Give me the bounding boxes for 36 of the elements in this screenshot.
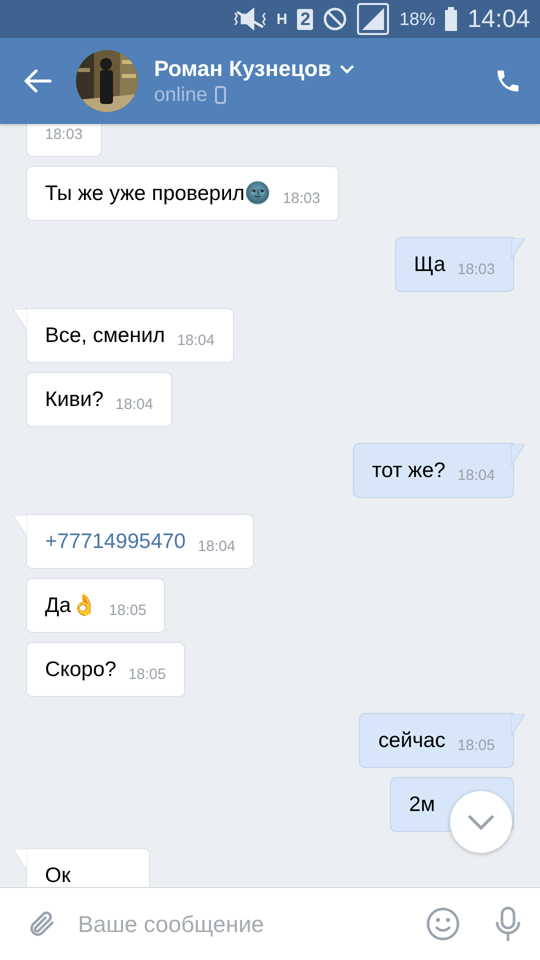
presence-status: online bbox=[154, 84, 208, 106]
message-text: Ща bbox=[414, 252, 446, 276]
message-text: Ты же уже проверил🌚 bbox=[45, 181, 271, 206]
message-time: 18:05 bbox=[108, 602, 146, 619]
clock: 14:04 bbox=[467, 4, 530, 34]
battery-level: 18% bbox=[399, 8, 436, 30]
sim-number: 2 bbox=[297, 8, 314, 30]
message-text: Все, сменил bbox=[45, 324, 166, 348]
message-time: 18:04 bbox=[116, 396, 154, 413]
phone-link[interactable]: +77714995470 bbox=[45, 530, 186, 554]
message-text: Скоро? bbox=[45, 658, 116, 682]
message-text: Киви? bbox=[45, 388, 104, 412]
signal-icon bbox=[357, 3, 390, 35]
blocked-icon bbox=[323, 7, 348, 31]
chevron-down-icon bbox=[467, 814, 495, 830]
battery-icon bbox=[445, 7, 458, 31]
vibrate-mute-icon bbox=[232, 7, 267, 31]
message-text: сейчас bbox=[378, 728, 446, 752]
message-time: 18:05 bbox=[128, 666, 166, 683]
emoji-icon[interactable] bbox=[426, 907, 460, 941]
message-time: 18:04 bbox=[198, 538, 236, 555]
message-time: 18:04 bbox=[457, 467, 495, 484]
message-time: 18:05 bbox=[457, 737, 495, 754]
message-time: 18:03 bbox=[457, 261, 495, 278]
contact-name[interactable]: Роман Кузнецов bbox=[154, 56, 494, 82]
message-text: Да👌 bbox=[45, 593, 97, 618]
message-time: 18:03 bbox=[45, 126, 83, 143]
message-text: Ок bbox=[45, 864, 71, 887]
chevron-down-icon bbox=[339, 64, 356, 74]
message-text: 2м bbox=[409, 792, 436, 816]
network-type: H bbox=[276, 10, 288, 28]
message-time: 18:04 bbox=[177, 332, 215, 349]
message-time: 18:03 bbox=[282, 190, 320, 207]
phone-device-icon bbox=[215, 86, 226, 104]
microphone-icon[interactable] bbox=[494, 906, 522, 942]
message-text: тот же? bbox=[372, 458, 446, 482]
